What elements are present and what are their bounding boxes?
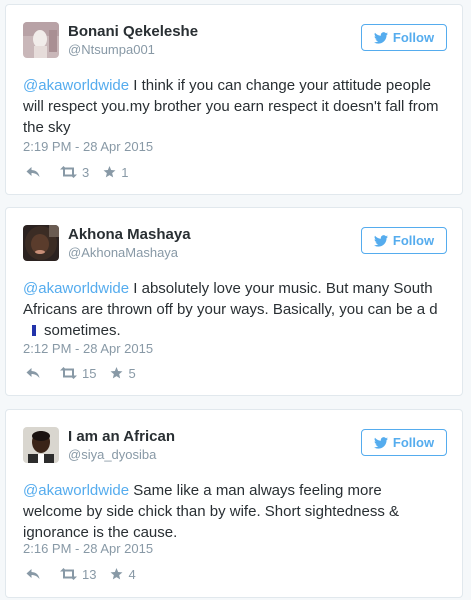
favorite-button[interactable]: 4: [110, 566, 136, 582]
tweet-text: @akaworldwide Same like a man always fee…: [23, 480, 444, 543]
timestamp[interactable]: 2:19 PM - 28 Apr 2015: [23, 139, 153, 154]
reply-button[interactable]: [26, 166, 40, 178]
display-name[interactable]: Bonani Qekeleshe: [68, 23, 198, 40]
favorite-button[interactable]: 1: [103, 165, 128, 180]
avatar[interactable]: [23, 427, 59, 463]
follow-button[interactable]: Follow: [361, 429, 447, 456]
tweet-actions: 15 5: [26, 365, 136, 381]
redaction-mark: [32, 325, 36, 336]
tweet-actions: 13 4: [26, 566, 136, 582]
tweet-body-end: sometimes.: [44, 322, 121, 339]
twitter-bird-icon: [373, 436, 388, 449]
user-handle[interactable]: @AkhonaMashaya: [68, 245, 178, 260]
avatar[interactable]: [23, 225, 59, 261]
retweet-count: 3: [82, 164, 90, 180]
follow-label: Follow: [392, 30, 435, 45]
mention-link[interactable]: @akaworldwide: [23, 280, 129, 297]
star-icon: [111, 568, 123, 580]
tweet-card: Bonani Qekeleshe @Ntsumpa001 Follow @aka…: [5, 4, 463, 195]
tweet-text: @akaworldwide I think if you can change …: [23, 75, 444, 138]
user-handle[interactable]: @siya_dyosiba: [68, 447, 156, 462]
mention-link[interactable]: @akaworldwide: [23, 482, 129, 499]
retweet-icon: [60, 166, 77, 178]
timestamp[interactable]: 2:12 PM - 28 Apr 2015: [23, 341, 153, 356]
user-handle[interactable]: @Ntsumpa001: [68, 42, 155, 57]
retweet-icon: [60, 568, 77, 580]
follow-label: Follow: [392, 435, 435, 450]
follow-button[interactable]: Follow: [361, 24, 447, 51]
tweet-text: @akaworldwide I absolutely love your mus…: [23, 278, 444, 341]
display-name[interactable]: I am an African: [68, 428, 175, 445]
favorite-button[interactable]: 5: [110, 365, 136, 381]
star-icon: [111, 367, 123, 379]
twitter-bird-icon: [373, 31, 388, 44]
retweet-icon: [60, 367, 77, 379]
retweet-button[interactable]: 15: [60, 366, 96, 381]
retweet-button[interactable]: 3: [60, 165, 89, 180]
favorite-count: 1: [121, 164, 129, 180]
reply-icon: [26, 368, 40, 378]
favorite-count: 5: [128, 365, 136, 381]
follow-label: Follow: [392, 233, 435, 248]
mention-link[interactable]: @akaworldwide: [23, 77, 129, 94]
reply-icon: [26, 167, 40, 177]
timestamp[interactable]: 2:16 PM - 28 Apr 2015: [23, 541, 153, 556]
star-icon: [103, 166, 116, 178]
retweet-count: 13: [82, 566, 97, 582]
twitter-bird-icon: [373, 234, 388, 247]
tweet-actions: 3 1: [26, 164, 128, 180]
follow-button[interactable]: Follow: [361, 227, 447, 254]
reply-button[interactable]: [26, 367, 40, 379]
reply-button[interactable]: [26, 568, 40, 580]
avatar[interactable]: [23, 22, 59, 58]
tweet-card: Akhona Mashaya @AkhonaMashaya Follow @ak…: [5, 207, 463, 396]
retweet-button[interactable]: 13: [60, 567, 96, 582]
reply-icon: [26, 569, 40, 579]
favorite-count: 4: [128, 566, 136, 582]
retweet-count: 15: [82, 365, 97, 381]
display-name[interactable]: Akhona Mashaya: [68, 226, 191, 243]
tweet-card: I am an African @siya_dyosiba Follow @ak…: [5, 409, 463, 598]
